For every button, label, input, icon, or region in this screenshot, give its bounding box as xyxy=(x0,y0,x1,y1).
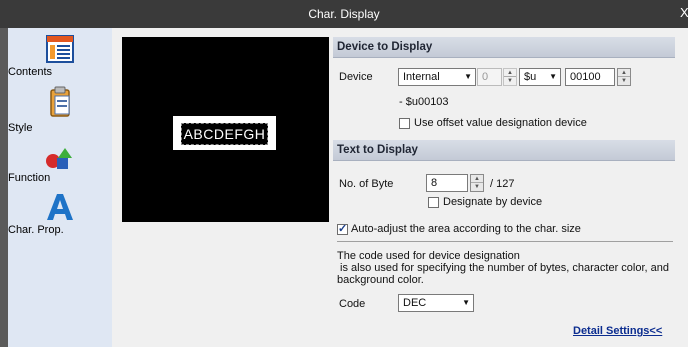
device-range-text: - $u00103 xyxy=(399,96,449,108)
text-section-header: Text to Display xyxy=(333,140,675,161)
device-number-value: 0 xyxy=(482,71,489,83)
sidebar-item-style[interactable]: Style xyxy=(8,86,112,134)
device-prefix-select[interactable]: $u ▼ xyxy=(519,68,561,86)
auto-adjust-label: Auto-adjust the area according to the ch… xyxy=(351,223,581,235)
sidebar-item-label: Style xyxy=(8,122,33,134)
code-value: DEC xyxy=(403,297,427,309)
title-bar: Char. Display X xyxy=(0,0,688,28)
chevron-down-icon: ▼ xyxy=(464,72,472,81)
function-icon xyxy=(46,148,72,169)
bytes-label: No. of Byte xyxy=(339,178,394,190)
offset-label: Use offset value designation device xyxy=(414,117,587,129)
chevron-down-icon: ▼ xyxy=(549,72,557,81)
window-title: Char. Display xyxy=(308,7,380,21)
device-type-select[interactable]: Internal ▼ xyxy=(398,68,476,86)
sidebar-item-function[interactable]: Function xyxy=(8,146,112,184)
note-line-3: background color. xyxy=(337,274,424,286)
detail-settings-link[interactable]: Detail Settings<< xyxy=(573,325,662,337)
chevron-down-icon: ▼ xyxy=(462,298,470,307)
spin-up-icon: ▲ xyxy=(474,176,480,182)
sidebar-item-label: Function xyxy=(8,172,51,184)
sidebar: Contents Style Function Char. Prop. xyxy=(8,28,113,347)
bytes-input[interactable]: 8 xyxy=(426,174,468,192)
designate-checkbox[interactable] xyxy=(428,197,439,208)
device-number-spinner: ▲ ▼ xyxy=(503,68,517,86)
spin-down-icon: ▼ xyxy=(621,78,627,84)
section-divider xyxy=(337,241,673,242)
bytes-value: 8 xyxy=(431,177,438,189)
device-label: Device xyxy=(339,71,373,83)
device-prefix-value: $u xyxy=(524,71,537,83)
contents-icon xyxy=(46,35,74,63)
sidebar-item-label: Contents xyxy=(8,66,53,78)
designate-label: Designate by device xyxy=(443,196,543,208)
code-label: Code xyxy=(339,298,366,310)
device-section-header: Device to Display xyxy=(333,37,675,58)
char-display-part[interactable]: ABCDEFGH xyxy=(173,116,276,150)
device-address-value: 00100 xyxy=(570,71,601,83)
sidebar-item-label: Char. Prop. xyxy=(8,224,64,236)
device-address-spinner[interactable]: ▲ ▼ xyxy=(617,68,631,86)
note-line-1: The code used for device designation xyxy=(337,250,520,262)
close-button[interactable]: X xyxy=(680,5,688,21)
style-icon xyxy=(50,86,70,117)
auto-adjust-checkbox[interactable] xyxy=(337,222,348,235)
offset-checkbox[interactable] xyxy=(399,118,410,129)
char-prop-icon xyxy=(47,194,73,220)
preview-text: ABCDEFGH xyxy=(181,123,268,145)
bytes-spinner[interactable]: ▲ ▼ xyxy=(470,174,484,192)
spin-up-icon: ▲ xyxy=(507,70,513,76)
spin-down-icon: ▼ xyxy=(474,184,480,190)
spin-down-icon: ▼ xyxy=(507,78,513,84)
spin-up-icon: ▲ xyxy=(621,70,627,76)
sidebar-item-contents[interactable]: Contents xyxy=(8,34,112,78)
note-line-2: is also used for specifying the number o… xyxy=(337,262,670,274)
device-type-value: Internal xyxy=(403,71,440,83)
device-address-input[interactable]: 00100 xyxy=(565,68,615,86)
code-select[interactable]: DEC ▼ xyxy=(398,294,474,312)
sidebar-item-char-prop[interactable]: Char. Prop. xyxy=(8,192,112,236)
bytes-max: / 127 xyxy=(490,178,515,190)
device-number-field: 0 xyxy=(477,68,502,86)
